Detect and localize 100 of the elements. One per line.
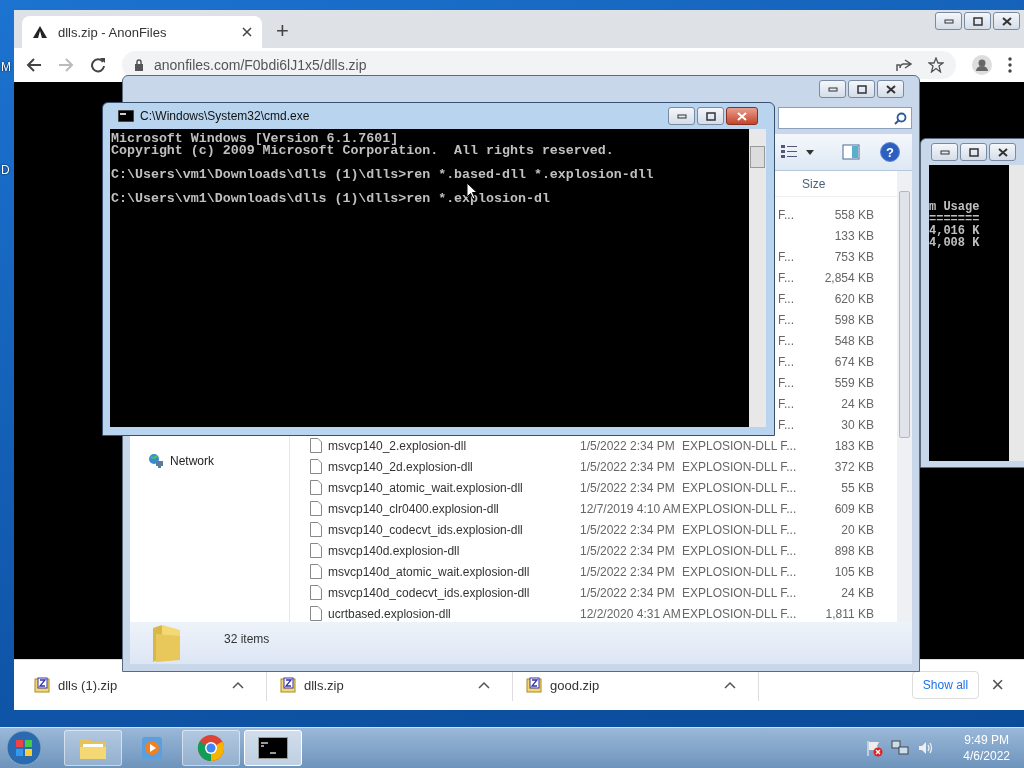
caret-icon[interactable] [478, 681, 490, 689]
file-icon [310, 543, 322, 558]
table-cell: 24 KB [841, 585, 874, 600]
table-cell: EXPLOSION-DLL F... [682, 459, 797, 474]
caret-icon[interactable] [806, 149, 814, 155]
close-icon [737, 111, 747, 121]
profile-icon[interactable] [972, 55, 992, 75]
caret-icon[interactable] [232, 681, 244, 689]
minimize-button[interactable] [935, 12, 962, 30]
table-cell: 372 KB [834, 459, 874, 474]
table-cell: 898 KB [834, 543, 874, 558]
table-cell: EXPLOSION-DLL F... [682, 438, 797, 453]
browser-icon [197, 734, 225, 762]
window-title: C:\Windows\System32\cmd.exe [140, 109, 311, 123]
close-button[interactable]: × [991, 672, 1004, 698]
table-cell: 548 KB [834, 333, 874, 348]
table-cell: 183 KB [834, 438, 874, 453]
close-button[interactable] [989, 143, 1016, 161]
desktop-icon-label: D [1, 163, 10, 177]
minimize-icon [676, 113, 687, 119]
network-icon [148, 453, 164, 469]
minimize-icon [939, 149, 950, 155]
new-tab-button[interactable]: + [276, 18, 289, 44]
close-button[interactable] [993, 12, 1020, 30]
taskbar-button[interactable] [244, 730, 302, 766]
nav-item[interactable]: Network [148, 453, 214, 469]
table-cell: EXPLOSION-DLL F... [682, 480, 797, 495]
table-cell: 30 KB [841, 417, 874, 432]
flag-icon[interactable] [865, 739, 884, 757]
scrollbar[interactable] [1009, 165, 1024, 461]
close-icon [1001, 16, 1012, 26]
maximize-button[interactable] [960, 143, 987, 161]
archive-icon [34, 677, 50, 693]
close-tab-button[interactable] [242, 27, 252, 37]
close-button[interactable] [877, 80, 904, 98]
archive-icon [526, 677, 542, 693]
close-icon [885, 84, 896, 94]
console-line: Copyright (c) 2009 Microsoft Corporation. All rights reserved. [111, 145, 614, 157]
table-cell: F... [778, 249, 794, 264]
file-name[interactable]: ucrtbased.explosion-dll [328, 606, 451, 621]
minimize-button[interactable] [931, 143, 958, 161]
minimize-button[interactable] [668, 107, 695, 125]
maximize-button[interactable] [697, 107, 724, 125]
file-name[interactable]: msvcp140_atomic_wait.explosion-dll [328, 480, 523, 495]
table-cell: EXPLOSION-DLL F... [682, 564, 797, 579]
table-cell: 620 KB [834, 291, 874, 306]
lock-icon [134, 59, 144, 71]
close-button[interactable] [726, 107, 758, 125]
start-button[interactable] [6, 730, 42, 766]
file-name[interactable]: msvcp140_2d.explosion-dll [328, 459, 473, 474]
table-cell: 105 KB [834, 564, 874, 579]
file-name[interactable]: msvcp140_2.explosion-dll [328, 438, 467, 453]
file-icon [310, 438, 322, 453]
desktop-icon-label: M [1, 60, 11, 74]
table-cell: 1/5/2022 2:34 PM [580, 480, 675, 495]
play-icon [140, 735, 164, 761]
file-name[interactable]: msvcp140_codecvt_ids.explosion-dll [328, 522, 523, 537]
share-icon[interactable] [896, 58, 912, 72]
table-cell: 1/5/2022 2:34 PM [580, 585, 675, 600]
file-name[interactable]: msvcp140d_atomic_wait.explosion-dll [328, 564, 530, 579]
menu-icon[interactable] [1008, 57, 1012, 73]
maximize-button[interactable] [848, 80, 875, 98]
table-cell: 1,811 KB [825, 606, 874, 621]
maximize-icon [856, 84, 867, 94]
back-icon[interactable] [26, 57, 42, 73]
file-name[interactable]: msvcp140_clr0400.explosion-dll [328, 501, 499, 516]
console-line: Microsoft Windows [Version 6.1.7601] [111, 133, 399, 145]
table-cell: F... [778, 312, 794, 327]
table-cell: EXPLOSION-DLL F... [682, 543, 797, 558]
network-icon[interactable] [891, 739, 910, 757]
search-field[interactable] [778, 107, 912, 129]
table-cell: F... [778, 354, 794, 369]
file-icon [310, 564, 322, 579]
tent-icon [32, 25, 48, 39]
scrollbar[interactable] [897, 171, 912, 622]
file-icon [310, 459, 322, 474]
table-cell: EXPLOSION-DLL F... [682, 501, 797, 516]
file-name[interactable]: msvcp140d.explosion-dll [328, 543, 460, 558]
table-cell: 2,854 KB [824, 270, 874, 285]
table-cell: 12/7/2019 4:10 AM [580, 501, 681, 516]
reload-icon[interactable] [90, 57, 106, 73]
file-icon [310, 480, 322, 495]
table-cell: 598 KB [834, 312, 874, 327]
maximize-button[interactable] [964, 12, 991, 30]
view-list-icon[interactable] [780, 144, 798, 160]
file-icon [310, 522, 322, 537]
scrollbar[interactable] [749, 129, 766, 427]
help-button[interactable]: ? [880, 142, 900, 162]
search-icon [894, 111, 907, 125]
maximize-icon [968, 147, 979, 157]
minimize-button[interactable] [819, 80, 846, 98]
column-header[interactable]: Size [802, 176, 826, 191]
caret-icon[interactable] [724, 681, 736, 689]
browser-tab[interactable]: dlls.zip - AnonFiles [22, 16, 262, 48]
table-cell: 1/5/2022 2:34 PM [580, 564, 675, 579]
minimize-icon [943, 18, 954, 24]
minimize-icon [827, 86, 838, 92]
console-icon [118, 110, 134, 122]
star-icon[interactable] [928, 57, 944, 73]
file-name[interactable]: msvcp140d_codecvt_ids.explosion-dll [328, 585, 530, 600]
